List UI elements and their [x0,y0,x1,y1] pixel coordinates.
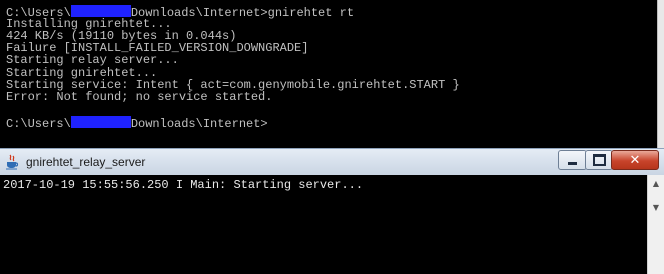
scroll-up-icon[interactable]: ▲ [649,176,663,191]
title-bar[interactable]: gnirehtet_relay_server ✕ [0,149,664,175]
scroll-down-icon[interactable]: ▼ [649,200,663,215]
log-line: 2017-10-19 15:55:56.250 I Main: Starting… [3,178,364,192]
minimize-button[interactable] [558,150,587,170]
console-output: C:\Users\ Downloads\Internet>gnirehtet rt… [0,0,657,148]
window-title: gnirehtet_relay_server [26,155,146,169]
relay-server-window: gnirehtet_relay_server ✕ 2017-10-19 15:5… [0,148,664,274]
close-button[interactable]: ✕ [611,150,659,170]
redacted-username [70,116,131,128]
console-prompt-line: C:\Users\ Downloads\Internet> [6,116,268,131]
maximize-button[interactable] [585,150,613,170]
minimize-icon [568,161,577,165]
console-scrollbar[interactable] [657,0,664,148]
redacted-username [70,5,131,17]
scroll-track[interactable] [650,220,662,270]
maximize-icon [592,154,606,166]
relay-log-area[interactable]: 2017-10-19 15:55:56.250 I Main: Starting… [0,175,647,274]
console-line-8: Error: Not found; no service started. [6,90,273,104]
vertical-scrollbar[interactable]: ▲ ▼ [647,175,664,274]
java-cup-icon [6,154,19,170]
close-icon: ✕ [629,152,641,168]
